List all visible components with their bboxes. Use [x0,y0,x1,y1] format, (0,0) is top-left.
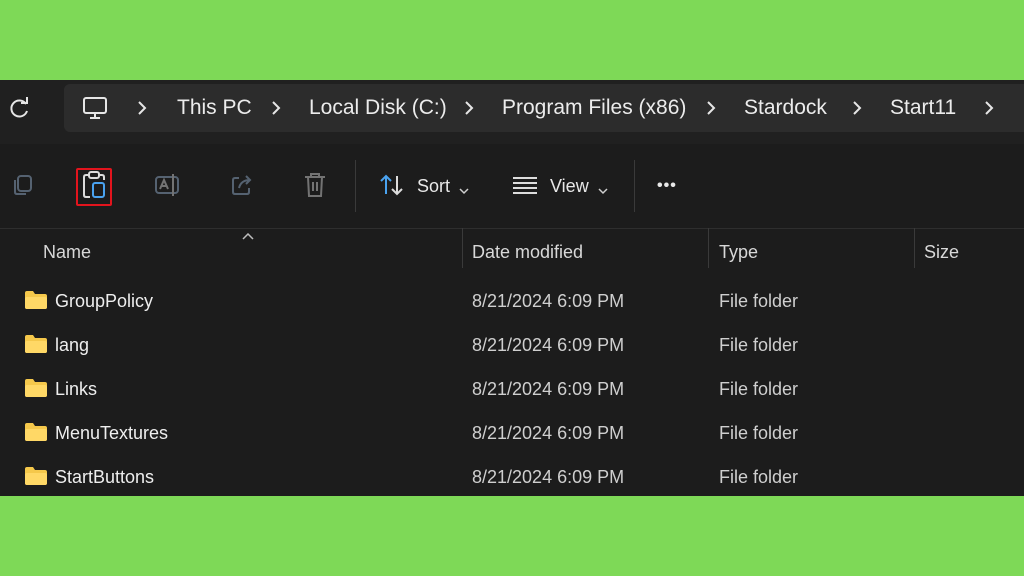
chevron-right-icon[interactable] [463,100,475,116]
chevron-right-icon[interactable] [705,100,717,116]
rename-icon[interactable] [154,170,182,200]
column-divider[interactable] [462,228,463,268]
file-type: File folder [719,291,799,311]
breadcrumb-stardock[interactable]: Stardock [744,94,827,122]
computer-icon[interactable] [82,96,108,120]
list-item[interactable]: StartButtons 8/21/2024 6:09 PM File fold… [0,456,1024,496]
file-name[interactable]: lang [55,333,89,357]
list-item[interactable]: GroupPolicy 8/21/2024 6:09 PM File folde… [0,280,1024,324]
file-type: File folder [719,379,799,399]
column-header-name[interactable]: Name [43,240,91,264]
file-name[interactable]: MenuTextures [55,421,168,445]
refresh-icon[interactable] [6,96,32,122]
column-header-type[interactable]: Type [719,240,758,264]
chevron-right-icon[interactable] [983,100,995,116]
delete-icon[interactable] [301,170,329,200]
breadcrumb[interactable]: This PC Local Disk (C:) Program Files (x… [64,84,1024,132]
folder-icon [24,466,48,486]
folder-icon [24,334,48,354]
sort-icon[interactable] [378,170,406,200]
folder-icon [24,378,48,398]
file-date: 8/21/2024 6:09 PM [472,467,625,487]
file-date: 8/21/2024 6:09 PM [472,423,625,443]
chevron-down-icon[interactable] [459,182,469,195]
file-date: 8/21/2024 6:09 PM [472,379,625,399]
file-type: File folder [719,467,799,487]
folder-icon [24,422,48,442]
file-name[interactable]: GroupPolicy [55,289,153,313]
list-item[interactable]: lang 8/21/2024 6:09 PM File folder [0,324,1024,368]
column-header-size[interactable]: Size [924,240,959,264]
command-bar: Sort View ••• [0,144,1024,229]
list-item[interactable]: MenuTextures 8/21/2024 6:09 PM File fold… [0,412,1024,456]
chevron-right-icon[interactable] [851,100,863,116]
sort-ascending-icon [242,228,254,240]
share-icon[interactable] [228,170,256,200]
sort-button[interactable]: Sort [417,174,450,198]
file-date: 8/21/2024 6:09 PM [472,335,625,355]
file-name[interactable]: Links [55,377,97,401]
breadcrumb-program-files[interactable]: Program Files (x86) [502,94,686,122]
view-icon[interactable] [511,170,539,200]
toolbar-divider [634,160,635,212]
file-date: 8/21/2024 6:09 PM [472,291,625,311]
copy-icon[interactable] [8,170,36,200]
column-divider[interactable] [914,228,915,268]
chevron-right-icon[interactable] [270,100,282,116]
toolbar-divider [355,160,356,212]
folder-icon [24,290,48,310]
column-header-date[interactable]: Date modified [472,240,583,264]
file-explorer-window: This PC Local Disk (C:) Program Files (x… [0,80,1024,496]
chevron-right-icon[interactable] [136,100,148,116]
chevron-down-icon[interactable] [598,182,608,195]
breadcrumb-start11[interactable]: Start11 [890,94,956,122]
breadcrumb-this-pc[interactable]: This PC [177,94,252,122]
view-button[interactable]: View [550,174,589,198]
file-type: File folder [719,423,799,443]
breadcrumb-local-disk[interactable]: Local Disk (C:) [309,94,447,122]
file-name[interactable]: StartButtons [55,465,154,489]
address-row: This PC Local Disk (C:) Program Files (x… [0,80,1024,144]
column-divider[interactable] [708,228,709,268]
more-options-button[interactable]: ••• [657,174,677,198]
paste-icon[interactable] [80,170,108,200]
list-item[interactable]: Links 8/21/2024 6:09 PM File folder [0,368,1024,412]
column-header-row: Name Date modified Type Size [0,228,1024,272]
file-type: File folder [719,335,799,355]
